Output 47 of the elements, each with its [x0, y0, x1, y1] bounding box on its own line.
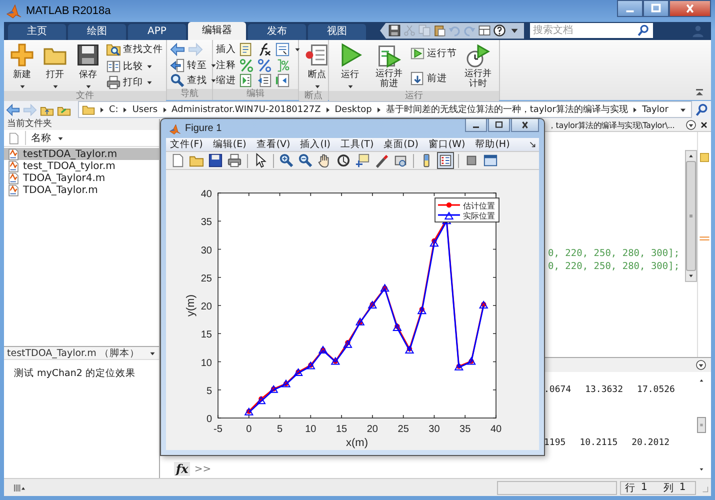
tick-label: 10 — [200, 358, 212, 370]
output-value: 13.3632 — [585, 385, 624, 398]
tick-label: 40 — [200, 189, 212, 200]
tick-label: 20 — [200, 302, 212, 313]
tick-label: 25 — [200, 274, 212, 285]
tick-label: -5 — [214, 424, 222, 436]
tick-label: 35 — [200, 217, 212, 228]
column-label: 列 — [663, 482, 674, 495]
row-label: 行 — [625, 482, 635, 495]
figure-title: Figure 1 — [185, 123, 222, 134]
group-label: 导航 — [167, 88, 212, 100]
group-label: 断点 — [299, 90, 328, 102]
tick-label: 5 — [277, 424, 283, 436]
panel-title: 当前文件夹 — [4, 119, 159, 130]
tick-label: 25 — [398, 424, 409, 436]
code-line: 0, 220, 250, 280, 300]; — [548, 247, 681, 260]
tick-label: 15 — [336, 424, 348, 436]
group-label: 文件 — [4, 90, 166, 102]
output-value: 1195 — [544, 438, 566, 450]
column-number: 1 — [679, 482, 686, 494]
tick-label: 35 — [460, 424, 471, 436]
row-number: 1 — [641, 482, 648, 494]
output-value: 10.2115 — [580, 438, 618, 450]
tick-label: 40 — [490, 424, 502, 436]
tick-label: 20 — [366, 424, 378, 436]
tick-label: 30 — [428, 424, 440, 436]
output-value: .0674 — [544, 385, 572, 398]
legend-label: 估计位置 — [463, 202, 495, 211]
tick-label: 0 — [246, 424, 252, 436]
details-title: testTDOA_Taylor.m （脚本） — [7, 346, 140, 360]
x-axis-label: x(m) — [346, 437, 368, 450]
tick-label: 10 — [305, 424, 316, 436]
tick-label: 15 — [200, 330, 212, 341]
command-prompt: >> — [194, 464, 212, 475]
y-axis-label: y(m) — [185, 294, 197, 317]
legend-label: 实际位置 — [463, 212, 495, 221]
tick-label: 5 — [206, 386, 212, 398]
group-label: 编辑 — [213, 88, 298, 100]
output-value: 20.2012 — [632, 438, 670, 450]
window-title: MATLAB R2018a — [26, 4, 111, 17]
details-description: 测试 myChan2 的定位效果 — [14, 367, 136, 380]
editor-path: ，taylor算法的编译与实现\Taylor\... — [548, 120, 675, 131]
group-label: 运行 — [329, 90, 499, 102]
output-value: 17.0526 — [637, 385, 675, 398]
code-line: 0, 220, 250, 280, 300]; — [548, 260, 681, 274]
tick-label: 30 — [200, 246, 212, 257]
tick-label: 0 — [206, 414, 212, 426]
